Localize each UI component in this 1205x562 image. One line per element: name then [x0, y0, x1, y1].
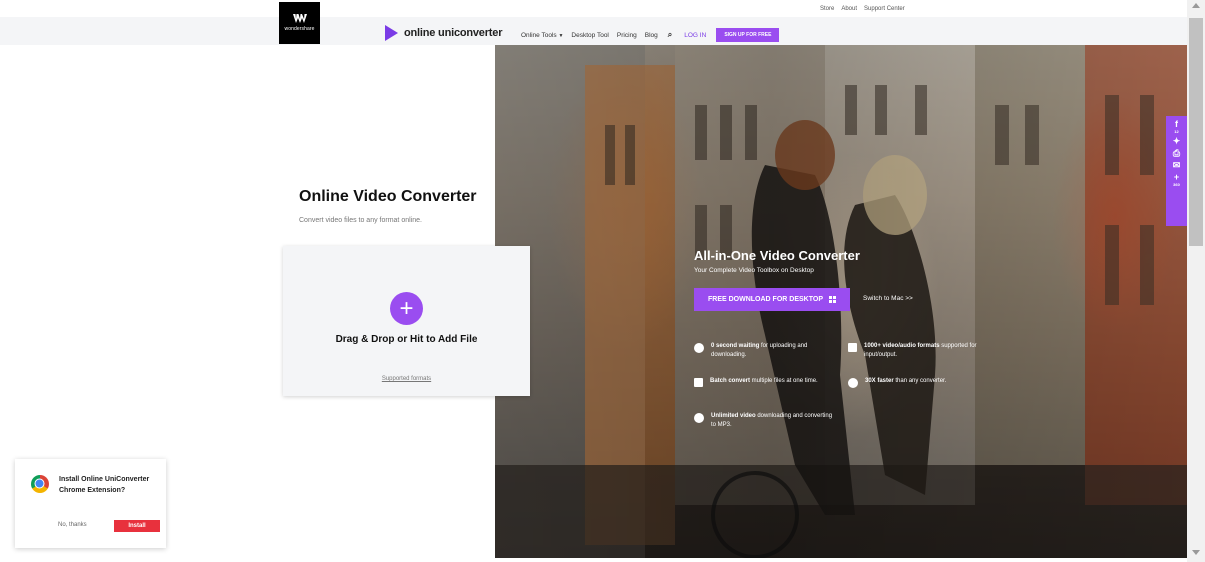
nav-online-tools[interactable]: Online Tools ▼	[521, 32, 563, 39]
support-center-link[interactable]: Support Center	[864, 6, 905, 12]
wondershare-logo[interactable]: wondershare	[279, 2, 320, 44]
page-title: Online Video Converter	[299, 188, 477, 205]
feature-text: Batch convert multiple files at one time…	[710, 377, 818, 387]
install-button[interactable]: Install	[114, 520, 160, 532]
facebook-share-count: 12	[1174, 129, 1179, 134]
feature-bold: 0 second waiting	[711, 343, 760, 349]
scroll-up-icon[interactable]	[1192, 3, 1200, 8]
email-share-button[interactable]: ✉	[1166, 161, 1187, 170]
about-link[interactable]: About	[841, 6, 857, 12]
nav-pricing[interactable]: Pricing	[617, 32, 637, 39]
feature-rest: than any converter.	[893, 378, 947, 384]
file-drop-zone[interactable]: + Drag & Drop or Hit to Add File Support…	[283, 246, 530, 396]
feature-item: 0 second waiting for uploading and downl…	[694, 342, 834, 359]
login-link[interactable]: LOG IN	[684, 32, 706, 39]
free-download-label: FREE DOWNLOAD FOR DESKTOP	[708, 296, 823, 303]
switch-to-mac-link[interactable]: Switch to Mac >>	[863, 295, 913, 302]
drag-drop-text: Drag & Drop or Hit to Add File	[335, 334, 478, 345]
download-icon	[694, 413, 704, 423]
add-file-button[interactable]: +	[390, 292, 423, 325]
facebook-share-button[interactable]: f 12	[1166, 119, 1187, 135]
page: Store About Support Center wondershare o…	[0, 0, 1205, 562]
feature-item: Batch convert multiple files at one time…	[694, 377, 834, 387]
hero-banner: All-in-One Video Converter Your Complete…	[495, 45, 1187, 558]
chrome-prompt-message: Install Online UniConverter Chrome Exten…	[59, 476, 150, 494]
rocket-icon	[848, 378, 858, 388]
feature-text: Unlimited video downloading and converti…	[711, 412, 834, 429]
utility-links: Store About Support Center	[820, 6, 905, 12]
no-thanks-button[interactable]: No, thanks	[58, 522, 87, 528]
film-icon	[848, 343, 857, 352]
feature-bold: 1000+ video/audio formats	[864, 343, 940, 349]
twitter-icon: ✦	[1172, 136, 1181, 146]
supported-formats-link[interactable]: Supported formats	[283, 376, 530, 382]
clock-icon	[694, 343, 704, 353]
page-subtitle: Convert video files to any format online…	[299, 217, 422, 224]
wondershare-logo-icon	[292, 14, 307, 23]
windows-icon	[828, 296, 836, 303]
hero-subtitle: Your Complete Video Toolbox on Desktop	[694, 267, 814, 274]
print-share-button[interactable]: ⎙	[1166, 149, 1187, 158]
chrome-icon	[31, 475, 49, 493]
twitter-share-button[interactable]: ✦	[1166, 137, 1187, 146]
utility-bar: Store About Support Center	[0, 0, 1187, 17]
store-link[interactable]: Store	[820, 6, 834, 12]
play-logo-icon	[385, 25, 398, 41]
feature-text: 0 second waiting for uploading and downl…	[711, 342, 834, 359]
print-icon: ⎙	[1172, 148, 1181, 158]
plus-icon: +	[399, 294, 414, 322]
feature-item: 30X faster than any converter.	[848, 377, 988, 388]
scroll-thumb[interactable]	[1189, 18, 1203, 246]
nav-desktop-tool[interactable]: Desktop Tool	[571, 32, 608, 39]
caret-down-icon: ▼	[558, 32, 564, 39]
email-icon: ✉	[1172, 160, 1181, 170]
free-download-button[interactable]: FREE DOWNLOAD FOR DESKTOP	[694, 288, 850, 311]
search-icon[interactable]: ⌕	[668, 30, 672, 40]
facebook-icon: f	[1175, 119, 1178, 129]
product-logo[interactable]: online uniconverter	[385, 25, 502, 41]
feature-bold: Batch convert	[710, 378, 751, 384]
nav-online-tools-label: Online Tools	[521, 31, 557, 39]
signup-button[interactable]: SIGN UP FOR FREE	[716, 28, 780, 42]
feature-item: 1000+ video/audio formats supported for …	[848, 342, 988, 359]
hero-title: All-in-One Video Converter	[694, 248, 860, 263]
feature-rest: multiple files at one time.	[750, 378, 818, 384]
page-scrollbar[interactable]	[1187, 0, 1205, 562]
files-icon	[694, 378, 703, 387]
plus-icon: +	[1173, 172, 1180, 182]
more-share-count: 360	[1173, 182, 1180, 187]
product-name: online uniconverter	[404, 27, 503, 39]
feature-text: 30X faster than any converter.	[865, 377, 946, 388]
social-share-rail: f 12 ✦ ⎙ ✉ + 360	[1166, 116, 1187, 226]
feature-text: 1000+ video/audio formats supported for …	[864, 342, 988, 359]
wondershare-logo-text: wondershare	[284, 26, 315, 32]
nav-blog[interactable]: Blog	[645, 32, 658, 39]
chrome-extension-prompt: Install Online UniConverter Chrome Exten…	[15, 459, 166, 548]
scroll-down-icon[interactable]	[1192, 550, 1200, 555]
feature-bold: Unlimited video	[711, 413, 756, 419]
main-nav: Online Tools ▼ Desktop Tool Pricing Blog…	[521, 28, 780, 42]
feature-item: Unlimited video downloading and converti…	[694, 412, 834, 429]
more-share-button[interactable]: + 360	[1166, 172, 1187, 188]
feature-bold: 30X faster	[865, 378, 894, 384]
